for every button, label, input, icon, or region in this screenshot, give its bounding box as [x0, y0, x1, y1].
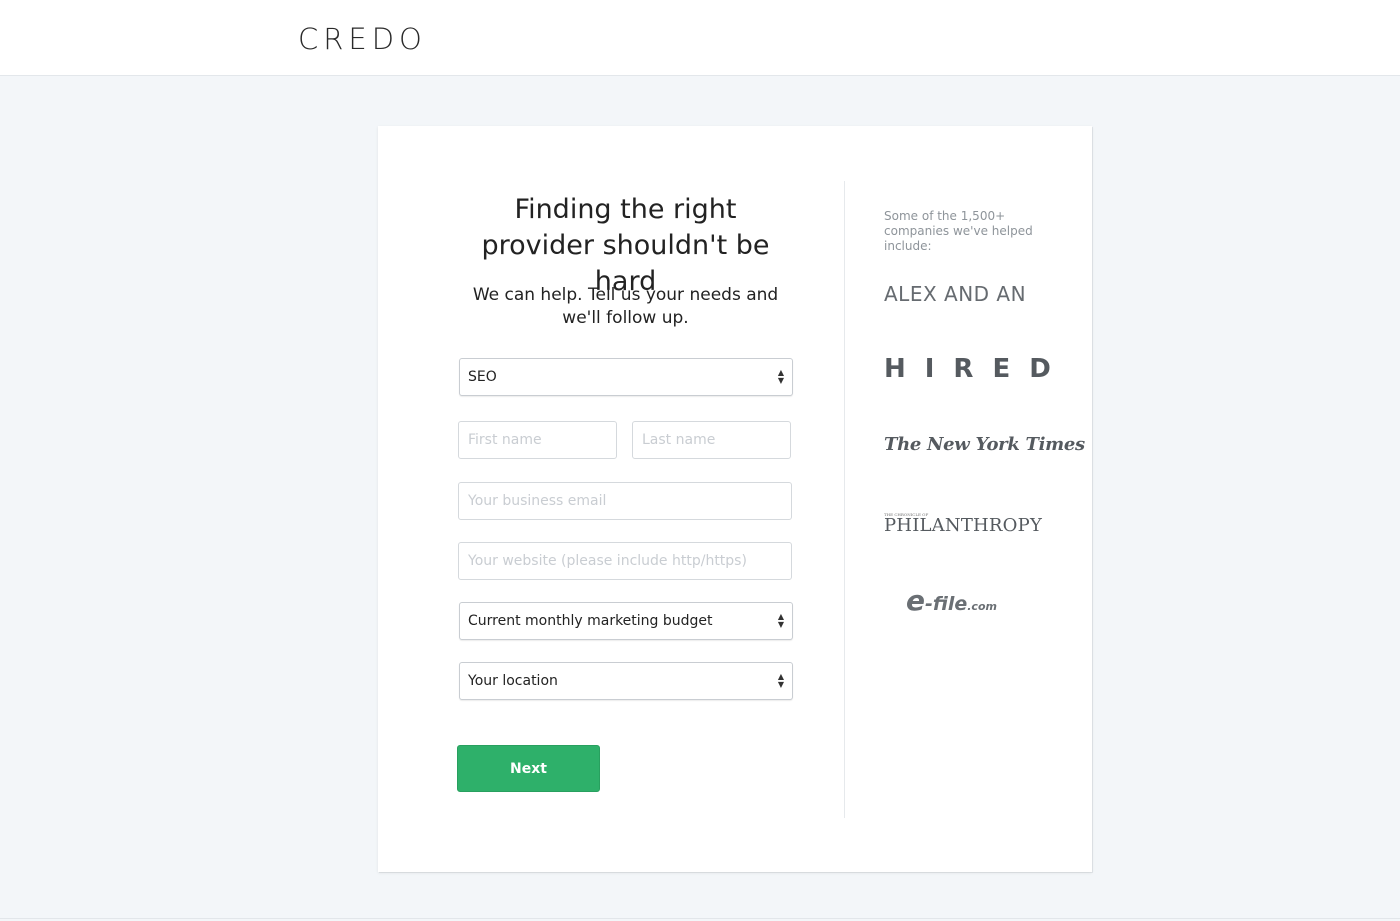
next-button[interactable]: Next — [457, 745, 600, 792]
alex-and-ani-logo: ALEX AND ANI — [884, 282, 1026, 306]
first-name-field[interactable] — [458, 421, 617, 459]
form-subhead: We can help. Tell us your needs and we'l… — [472, 285, 779, 328]
budget-select-value: Current monthly marketing budget — [468, 613, 713, 629]
efile-logo-e: e — [906, 584, 925, 617]
email-input[interactable] — [459, 483, 791, 519]
last-name-field[interactable] — [632, 421, 791, 459]
select-arrows-icon: ▲ ▼ — [777, 672, 784, 689]
hired-logo: HIRED — [884, 354, 1070, 384]
select-arrows-icon: ▲ ▼ — [777, 612, 784, 629]
select-arrows-icon: ▲ ▼ — [777, 368, 784, 385]
footer-divider — [0, 918, 1400, 919]
philanthropy-logo: PHILANTHROPY — [884, 515, 1043, 536]
location-select[interactable]: Your location ▲ ▼ — [459, 662, 793, 700]
last-name-input[interactable] — [633, 422, 790, 458]
website-input[interactable] — [459, 543, 791, 579]
top-bar: CREDO — [0, 0, 1400, 76]
nyt-logo: The New York Times — [884, 434, 1085, 455]
column-divider — [844, 181, 845, 818]
budget-select[interactable]: Current monthly marketing budget ▲ ▼ — [459, 602, 793, 640]
clients-intro: Some of the 1,500+ companies we've helpe… — [884, 209, 1033, 253]
efile-logo-com: .com — [967, 600, 997, 613]
credo-logo[interactable]: CREDO — [298, 22, 427, 56]
email-field[interactable] — [458, 482, 792, 520]
efile-logo: e-file.com — [906, 584, 997, 617]
service-select-value: SEO — [468, 369, 497, 385]
efile-logo-name: -file — [925, 593, 968, 615]
service-select[interactable]: SEO ▲ ▼ — [459, 358, 793, 396]
lead-form-card: Finding the right provider shouldn't be … — [378, 126, 1092, 872]
location-select-value: Your location — [468, 673, 558, 689]
first-name-input[interactable] — [459, 422, 616, 458]
website-field[interactable] — [458, 542, 792, 580]
